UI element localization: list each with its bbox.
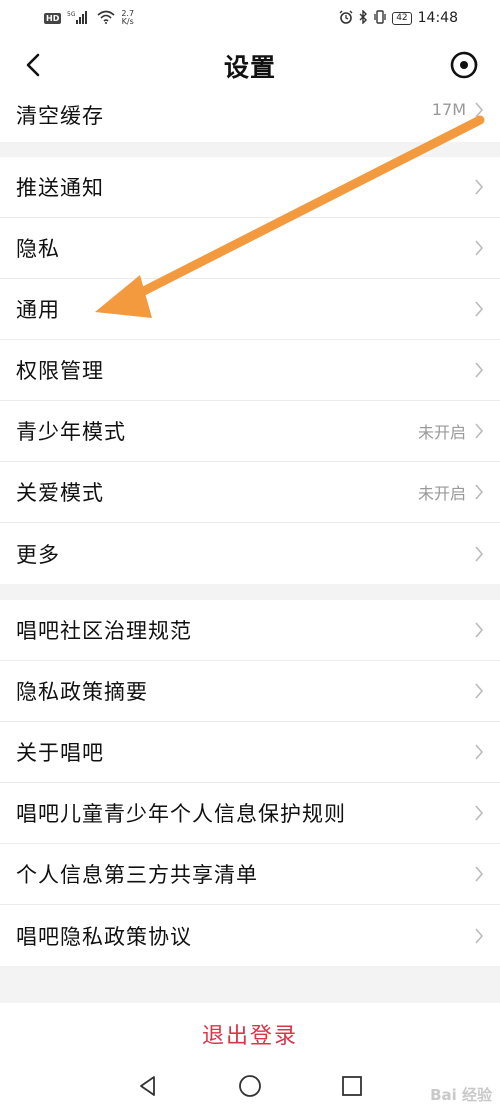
- status-left: HD 5G 2.7 K/s: [44, 10, 134, 27]
- status-bar: HD 5G 2.7 K/s 42 14:48: [0, 0, 500, 36]
- page-title: 设置: [223, 53, 276, 82]
- cache-size: 17M: [431, 100, 466, 119]
- signal-gen: 5G: [67, 11, 76, 18]
- row-label: 通用: [16, 298, 60, 322]
- alarm-icon: [339, 10, 353, 27]
- row-label: 唱吧隐私政策协议: [16, 924, 192, 949]
- chevron-right-icon: [475, 622, 484, 638]
- row-label: 唱吧社区治理规范: [16, 619, 192, 643]
- settings-row-care-mode[interactable]: 关爱模式 未开启: [0, 462, 500, 523]
- system-nav-bar: Bai 经验: [0, 1060, 500, 1111]
- row-label: 推送通知: [16, 176, 104, 200]
- row-label: 唱吧儿童青少年个人信息保护规则: [16, 802, 346, 826]
- logout-button[interactable]: 退出登录: [0, 1003, 500, 1065]
- scan-button[interactable]: [448, 49, 480, 81]
- row-right: [466, 545, 484, 563]
- row-label: 隐私政策摘要: [16, 680, 148, 704]
- settings-row-more[interactable]: 更多: [0, 523, 500, 584]
- chevron-right-icon: [475, 240, 484, 256]
- chevron-right-icon: [475, 927, 484, 944]
- chevron-right-icon: [475, 866, 484, 882]
- chevron-right-icon: [475, 484, 484, 500]
- row-right: [466, 239, 484, 257]
- cache-section: 清空缓存 17M: [0, 94, 500, 142]
- row-right: [466, 300, 484, 318]
- clear-cache-label: 清空缓存: [16, 104, 104, 128]
- chevron-right-icon: [475, 545, 484, 562]
- legal-row-community-rules[interactable]: 唱吧社区治理规范: [0, 600, 500, 661]
- vibrate-icon: [374, 9, 386, 27]
- bluetooth-icon: [359, 8, 368, 27]
- nav-back-button[interactable]: [135, 1073, 161, 1099]
- circle-home-icon: [239, 1074, 261, 1097]
- settings-row-push[interactable]: 推送通知: [0, 157, 500, 218]
- chevron-right-icon: [475, 301, 484, 317]
- row-value: 未开启: [417, 484, 466, 503]
- clear-cache-right: 17M: [432, 100, 484, 119]
- chevron-right-icon: [475, 423, 484, 439]
- chevron-right-icon: [475, 179, 484, 195]
- settings-row-general[interactable]: 通用: [0, 279, 500, 340]
- legal-row-about[interactable]: 关于唱吧: [0, 722, 500, 783]
- row-right: [466, 361, 484, 379]
- header: 设置: [0, 36, 500, 94]
- row-label: 隐私: [16, 237, 60, 261]
- legal-row-third-party-sharing[interactable]: 个人信息第三方共享清单: [0, 844, 500, 905]
- status-right: 42 14:48: [339, 8, 458, 27]
- chevron-right-icon: [475, 683, 484, 699]
- row-label: 个人信息第三方共享清单: [16, 863, 258, 887]
- chevron-right-icon: [475, 744, 484, 760]
- signal-icon: 5G: [67, 10, 91, 27]
- scan-icon: [450, 51, 478, 79]
- settings-row-youth-mode[interactable]: 青少年模式 未开启: [0, 401, 500, 462]
- chevron-right-icon: [475, 805, 484, 821]
- square-recents-icon: [342, 1075, 362, 1096]
- chevron-right-icon: [475, 101, 484, 118]
- legal-row-privacy-summary[interactable]: 隐私政策摘要: [0, 661, 500, 722]
- row-label: 更多: [16, 542, 60, 567]
- legal-row-privacy-agreement[interactable]: 唱吧隐私政策协议: [0, 905, 500, 966]
- row-label: 关于唱吧: [16, 741, 104, 765]
- row-label: 权限管理: [16, 359, 104, 383]
- row-right: 未开启: [418, 419, 484, 443]
- settings-section: 推送通知 隐私 通用 权限管理 青少年模式 未开启 关爱模式 未开启 更多: [0, 157, 500, 584]
- clock: 14:48: [417, 10, 458, 26]
- triangle-back-icon: [140, 1075, 155, 1096]
- nav-home-button[interactable]: [237, 1073, 263, 1099]
- hd-badge: HD: [44, 12, 62, 24]
- row-right: 未开启: [418, 480, 484, 504]
- battery-indicator: 42: [392, 11, 412, 25]
- row-value: 未开启: [417, 423, 466, 442]
- wifi-icon: [97, 10, 115, 27]
- net-speed: 2.7 K/s: [121, 10, 134, 26]
- settings-row-privacy[interactable]: 隐私: [0, 218, 500, 279]
- row-label: 关爱模式: [16, 481, 104, 505]
- legal-row-child-protection[interactable]: 唱吧儿童青少年个人信息保护规则: [0, 783, 500, 844]
- clear-cache-row[interactable]: 清空缓存 17M: [0, 94, 500, 142]
- row-label: 青少年模式: [16, 420, 126, 444]
- chevron-right-icon: [475, 362, 484, 378]
- net-speed-unit: K/s: [121, 17, 134, 26]
- nav-recents-button[interactable]: [339, 1073, 365, 1099]
- legal-section: 唱吧社区治理规范 隐私政策摘要 关于唱吧 唱吧儿童青少年个人信息保护规则 个人信…: [0, 600, 500, 966]
- watermark: Bai 经验: [430, 1086, 492, 1104]
- row-right: [466, 178, 484, 196]
- settings-row-permissions[interactable]: 权限管理: [0, 340, 500, 401]
